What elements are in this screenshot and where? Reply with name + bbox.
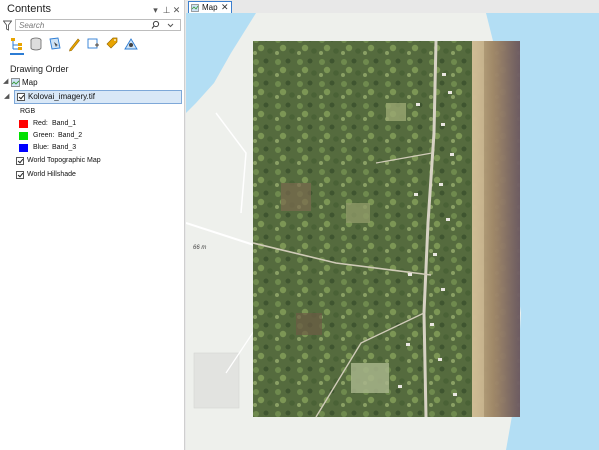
layer-visibility-checkbox[interactable] (16, 171, 24, 179)
layer-visibility-checkbox[interactable] (16, 157, 24, 165)
tree-item-hillshade[interactable]: World Hillshade (0, 169, 184, 183)
rgb-label: RGB (20, 108, 36, 115)
layer-visibility-checkbox[interactable] (17, 93, 25, 101)
list-by-selection-icon[interactable] (48, 36, 62, 52)
search-icon[interactable] (151, 19, 160, 31)
map-icon (11, 78, 20, 87)
pin-icon[interactable]: ⊥ (162, 5, 171, 16)
contents-title: Contents (7, 3, 52, 15)
map-icon (191, 4, 199, 12)
tree-item-imagery-layer[interactable]: ◢ Kolovai_imagery.tif (4, 90, 182, 104)
map-tab-label: Map (202, 3, 218, 12)
tree-item-map[interactable]: ◢ Map (0, 76, 184, 90)
list-by-snapping-icon[interactable] (86, 36, 100, 52)
search-row: Search (3, 19, 181, 32)
band-name: Band_1 (52, 120, 77, 127)
expand-arrow-icon[interactable]: ◢ (3, 77, 8, 85)
band-channel: Red: (33, 120, 48, 127)
filter-icon[interactable] (3, 19, 12, 32)
close-icon[interactable]: ✕ (172, 5, 181, 16)
map-label: 66 m (193, 245, 207, 251)
map-label: Map (22, 78, 38, 87)
list-by-editing-icon[interactable] (67, 36, 81, 52)
map-view[interactable]: 66 m (186, 13, 599, 450)
list-by-perspective-imagery-icon[interactable] (124, 36, 138, 52)
contents-pane: Contents ▾ ⊥ ✕ Search Drawing Order ◢ Ma… (0, 0, 185, 450)
drawing-order-heading: Drawing Order (10, 64, 69, 74)
close-icon[interactable]: ✕ (221, 2, 229, 13)
list-by-labeling-icon[interactable] (105, 36, 119, 52)
band-row-blue: Blue: Band_3 (0, 142, 184, 156)
basemap-layer-name: World Hillshade (27, 171, 76, 178)
chevron-down-icon[interactable] (166, 19, 175, 31)
band-channel: Blue: (33, 144, 49, 151)
green-swatch (19, 132, 28, 140)
list-by-data-source-icon[interactable] (29, 36, 43, 52)
basemap-layer-name: World Topographic Map (27, 157, 101, 164)
band-name: Band_3 (52, 144, 77, 151)
list-by-drawing-order-icon[interactable] (10, 36, 24, 52)
expand-arrow-icon[interactable]: ◢ (4, 92, 9, 100)
band-channel: Green: (33, 132, 55, 139)
tree-item-topographic[interactable]: World Topographic Map (0, 155, 184, 169)
map-canvas (186, 13, 599, 450)
band-name: Band_2 (58, 132, 83, 139)
blue-swatch (19, 144, 28, 152)
imagery-layer-name: Kolovai_imagery.tif (28, 92, 95, 101)
contents-toolbar (8, 36, 148, 54)
red-swatch (19, 120, 28, 128)
chevron-down-icon[interactable]: ▾ (151, 5, 160, 16)
active-view-indicator (10, 53, 24, 55)
